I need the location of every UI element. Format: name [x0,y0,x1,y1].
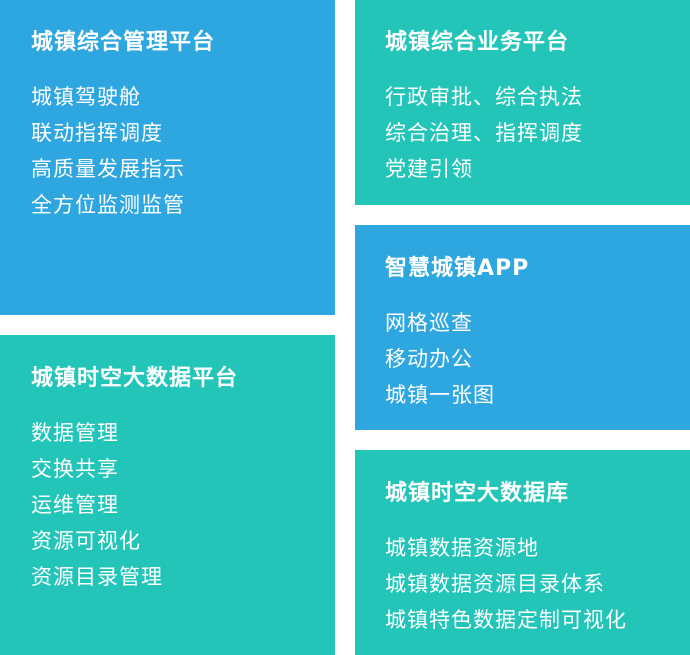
panel-item: 运维管理 [31,493,119,517]
panel-item: 综合治理、指挥调度 [385,121,583,145]
panel-item-list: 城镇驾驶舱 联动指挥调度 高质量发展指示 全方位监测监管 [31,79,185,223]
panel-item: 城镇数据资源目录体系 [385,572,605,596]
panel-item: 城镇一张图 [385,383,495,407]
panel-spatiotemporal-big-data-platform: 城镇时空大数据平台 数据管理 交换共享 运维管理 资源可视化 资源目录管理 [0,335,335,655]
panel-urban-business-platform: 城镇综合业务平台 行政审批、综合执法 综合治理、指挥调度 党建引领 [355,0,690,205]
panel-item-list: 城镇数据资源地 城镇数据资源目录体系 城镇特色数据定制可视化 [385,530,627,638]
panel-title: 城镇综合业务平台 [385,30,570,55]
panel-spatiotemporal-big-database: 城镇时空大数据库 城镇数据资源地 城镇数据资源目录体系 城镇特色数据定制可视化 [355,450,690,655]
panel-item: 资源目录管理 [31,565,163,589]
panel-item: 网格巡查 [385,311,473,335]
panel-item-list: 行政审批、综合执法 综合治理、指挥调度 党建引领 [385,79,583,187]
panel-item-list: 网格巡查 移动办公 城镇一张图 [385,305,495,413]
panel-title: 城镇综合管理平台 [31,30,216,55]
panel-item: 党建引领 [385,157,473,181]
panel-item: 数据管理 [31,421,119,445]
panel-item: 移动办公 [385,347,473,371]
panel-item-list: 数据管理 交换共享 运维管理 资源可视化 资源目录管理 [31,415,163,595]
panel-item: 资源可视化 [31,529,141,553]
panel-title: 城镇时空大数据库 [385,481,570,506]
panel-item: 城镇特色数据定制可视化 [385,608,627,632]
panel-item: 全方位监测监管 [31,193,185,217]
panel-item: 高质量发展指示 [31,157,185,181]
panel-item: 城镇驾驶舱 [31,85,141,109]
panel-item: 联动指挥调度 [31,121,163,145]
panel-item: 行政审批、综合执法 [385,85,583,109]
panel-smart-town-app: 智慧城镇APP 网格巡查 移动办公 城镇一张图 [355,225,690,430]
panel-title: 智慧城镇APP [385,256,530,281]
panel-item: 交换共享 [31,457,119,481]
panel-title: 城镇时空大数据平台 [31,366,239,391]
panel-item: 城镇数据资源地 [385,536,539,560]
panel-urban-management-platform: 城镇综合管理平台 城镇驾驶舱 联动指挥调度 高质量发展指示 全方位监测监管 [0,0,335,315]
